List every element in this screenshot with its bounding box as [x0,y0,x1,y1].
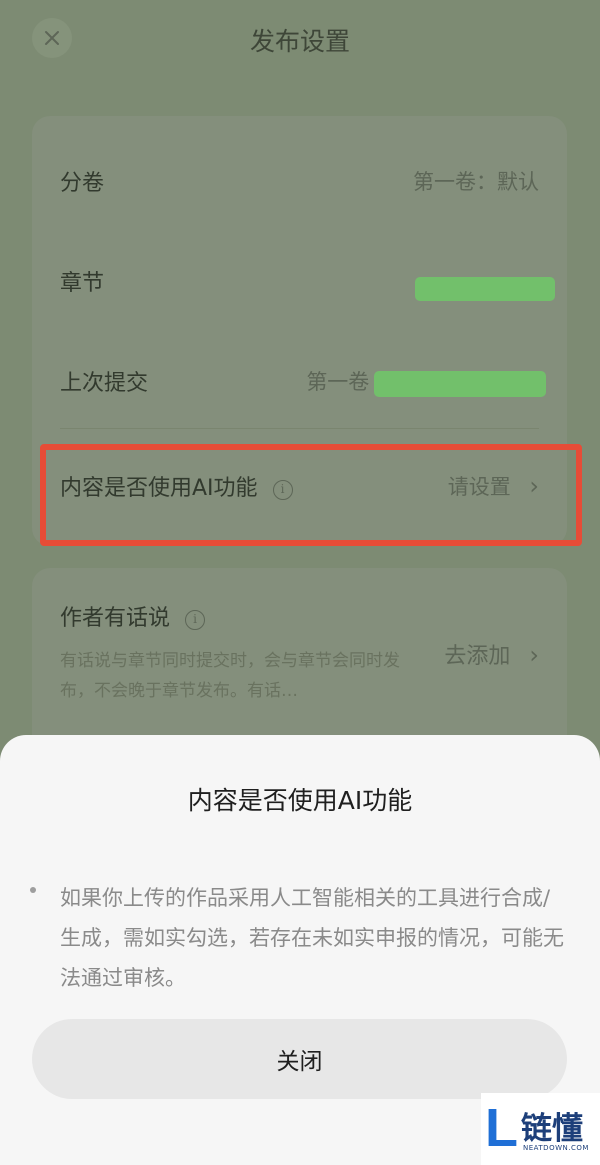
sheet-body: 如果你上传的作品采用人工智能相关的工具进行合成/生成，需如实勾选，若存在未如实申… [60,886,564,990]
sheet-title: 内容是否使用AI功能 [187,786,413,815]
watermark-text: 链懂 [521,1111,583,1147]
redaction-mask [374,371,546,397]
watermark-letter: L [485,1098,518,1158]
page-title: 发布设置 [249,27,350,56]
top-bar: 发布设置 [0,0,600,90]
divider [60,428,539,429]
highlight-annotation [40,444,582,546]
close-button[interactable]: 关闭 [32,1019,567,1099]
bullet-icon [30,887,36,893]
add-author-note-label: 去添加 [444,644,511,669]
last-submit-row[interactable]: 上次提交 第一卷 第 [32,331,567,431]
volume-label: 分卷 [60,171,105,196]
last-submit-label: 上次提交 [60,371,149,396]
watermark-url: NEATDOWN.COM [523,1144,589,1152]
watermark-logo: L 链懂 NEATDOWN.COM [481,1093,600,1165]
volume-row[interactable]: 分卷 第一卷：默认 [32,131,567,231]
author-note-description: 有话说与章节同时提交时，会与章节会同时发布，不会晚于章节发布。有话… [60,651,400,701]
volume-value: 第一卷：默认 [413,170,539,194]
info-icon[interactable]: i [185,610,206,630]
chapter-label: 章节 [60,271,105,296]
redaction-mask [415,277,555,301]
chapter-row[interactable]: 章节 [32,231,567,331]
author-note-title-group: 作者有话说 i [60,600,206,632]
author-note-title: 作者有话说 [60,606,171,631]
add-author-note-button[interactable]: 去添加 › [444,638,539,670]
chevron-right-icon: › [529,641,539,669]
